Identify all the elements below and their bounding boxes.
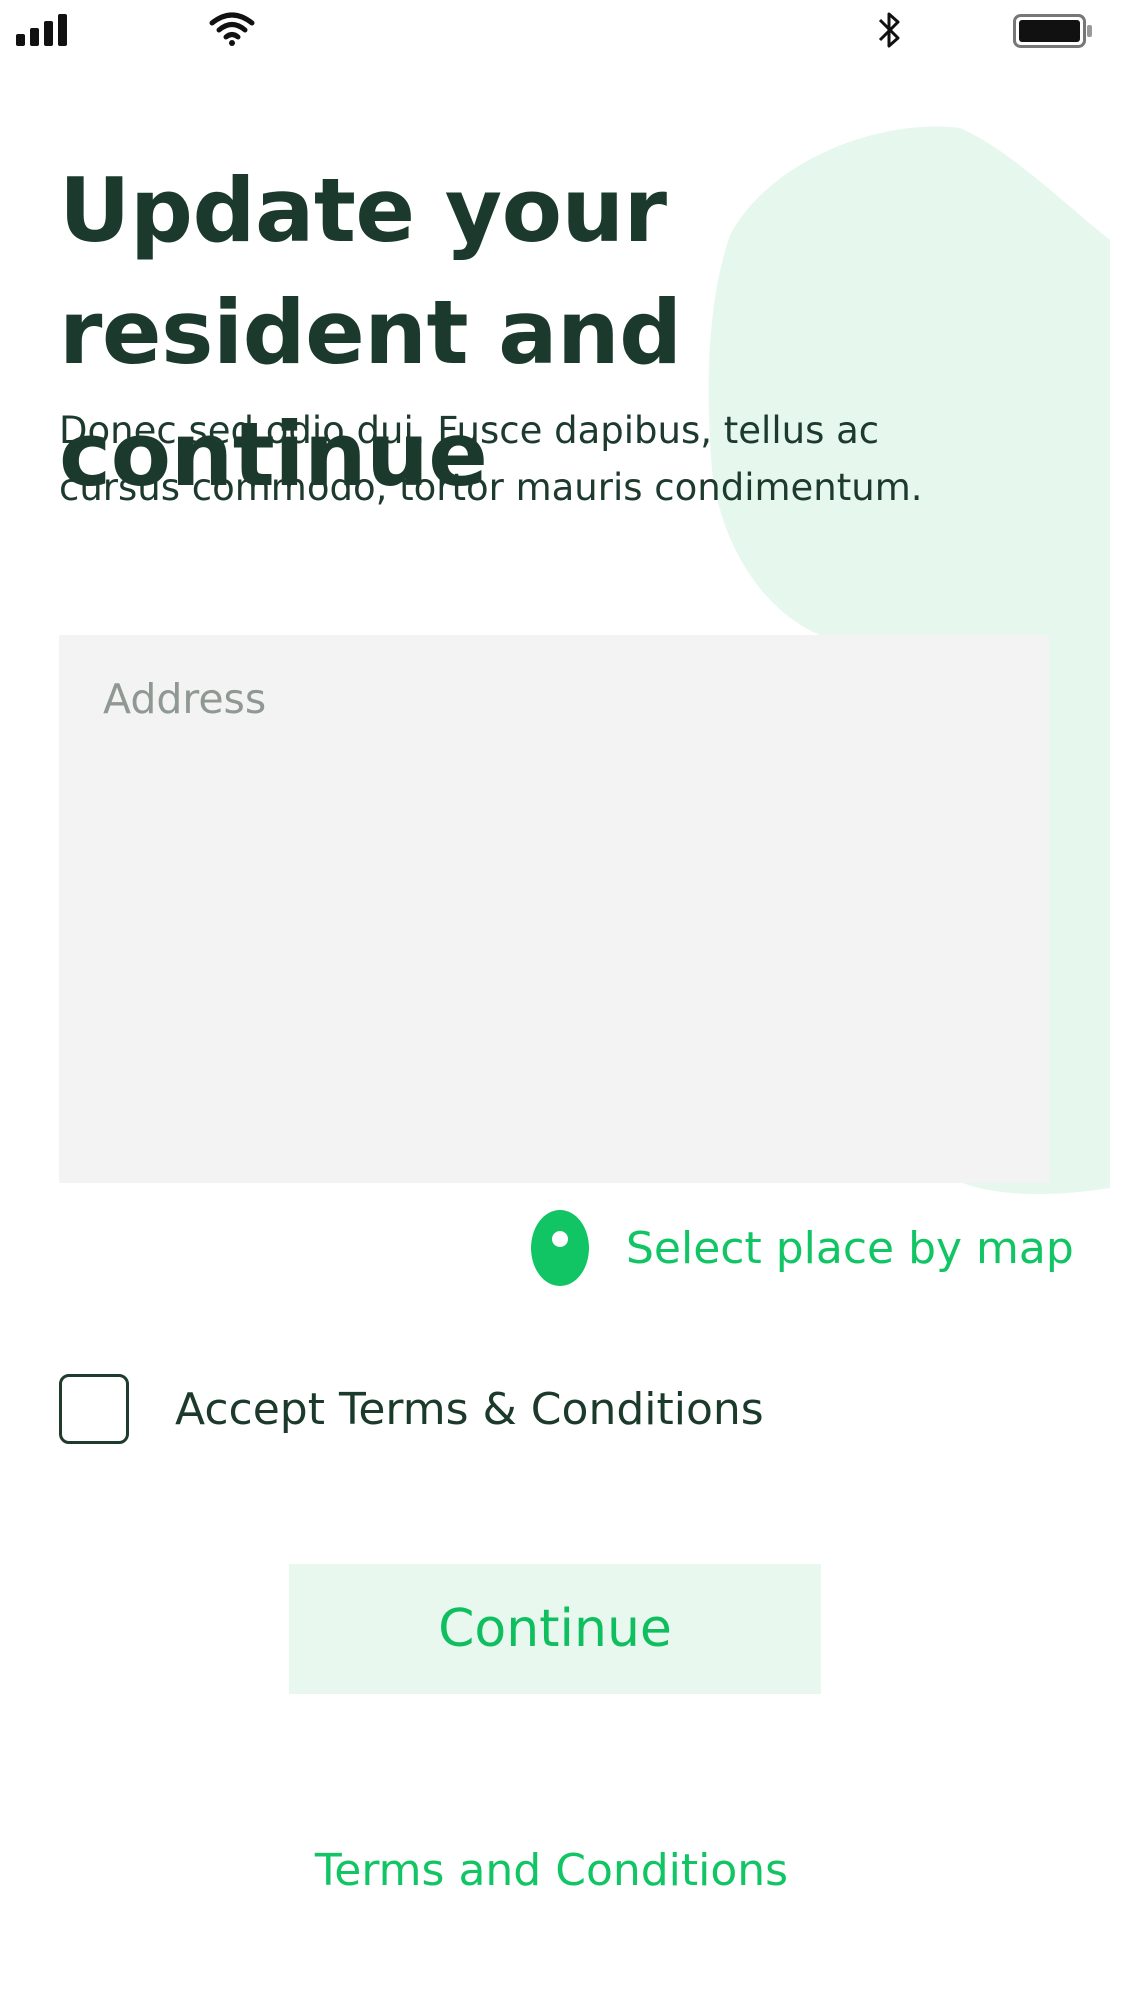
continue-button[interactable]: Continue [289,1564,821,1694]
status-bar [0,0,1125,60]
address-input[interactable] [59,635,1049,1183]
battery-icon [1013,14,1092,48]
accept-terms-row: Accept Terms & Conditions [59,1372,764,1446]
map-pin-icon [531,1210,589,1286]
accept-terms-label: Accept Terms & Conditions [175,1383,764,1435]
select-place-by-map-link[interactable]: Select place by map [530,1208,1074,1288]
terms-and-conditions-link[interactable]: Terms and Conditions [0,1845,1103,1896]
accept-terms-checkbox[interactable] [59,1374,129,1444]
select-place-label: Select place by map [626,1222,1074,1274]
bluetooth-icon [878,12,900,48]
signal-icon [16,14,67,46]
wifi-icon [209,12,255,46]
page-subtitle: Donec sed odio dui. Fusce dapibus, tellu… [59,409,923,509]
